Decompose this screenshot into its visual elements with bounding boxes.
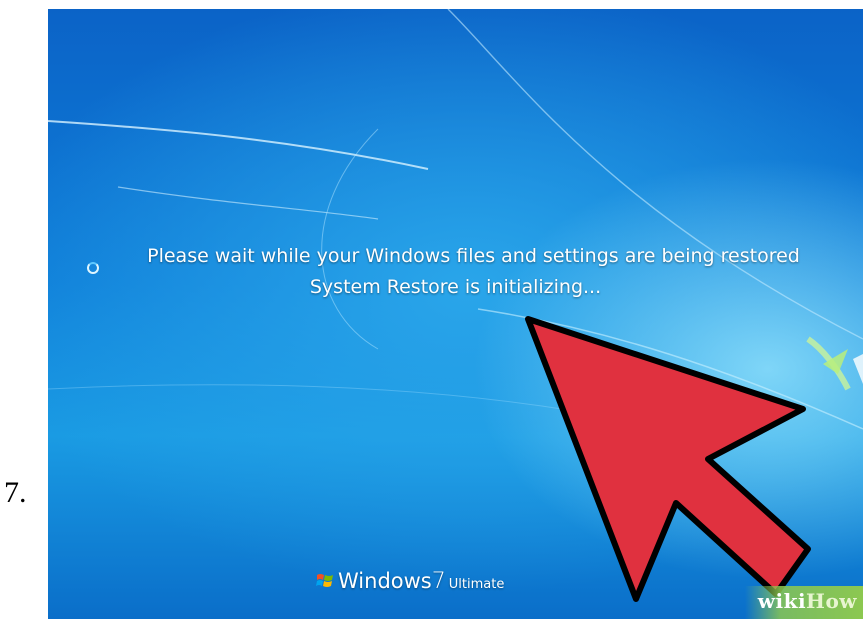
windows-flag-icon xyxy=(316,574,333,587)
wikihow-wiki: wiki xyxy=(757,589,807,613)
windows-7-ultimate-logo: Windows7 Ultimate xyxy=(316,569,504,594)
brand-version: 7 xyxy=(431,569,446,594)
wikihow-text: wikiHow xyxy=(758,589,857,613)
wikihow-how: How xyxy=(806,589,857,613)
brand-windows: Windows xyxy=(338,569,432,593)
step-number: 7. xyxy=(4,476,27,509)
windows-restore-screen: Please wait while your Windows files and… xyxy=(48,9,863,619)
wikihow-watermark: wikiHow xyxy=(745,586,863,619)
red-pointer-arrow-icon xyxy=(525,316,811,602)
brand-edition: Ultimate xyxy=(448,577,505,592)
